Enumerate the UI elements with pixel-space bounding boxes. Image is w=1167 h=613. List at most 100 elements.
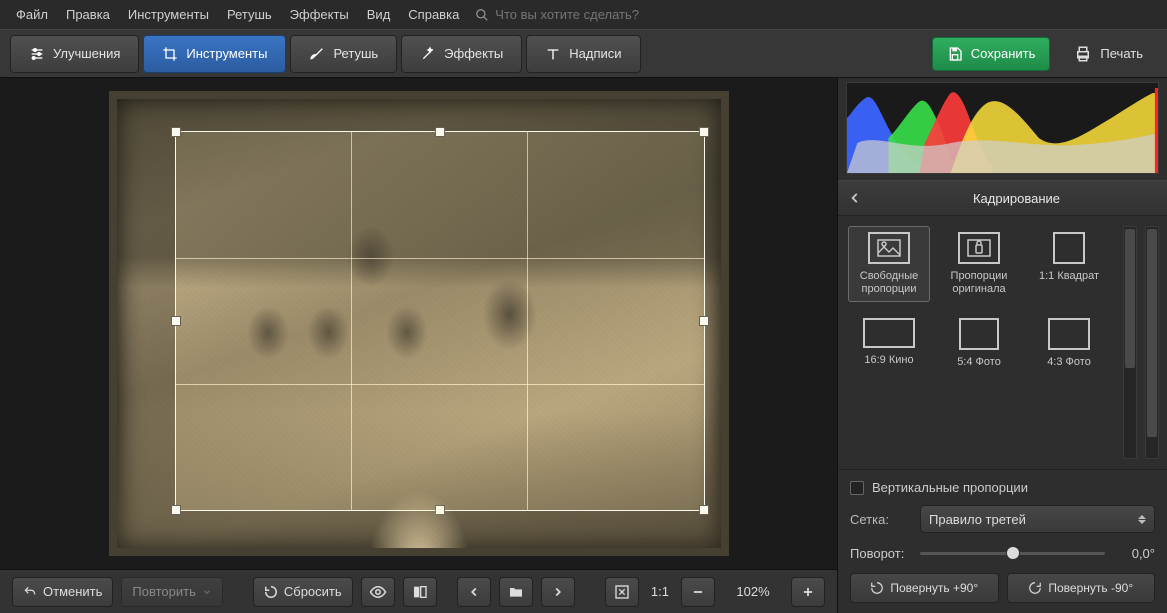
tab-retouch[interactable]: Ретушь [290, 35, 397, 73]
histogram [846, 82, 1159, 174]
panel-title: Кадрирование [876, 191, 1157, 206]
panel-header: Кадрирование [838, 180, 1167, 216]
tab-tools-label: Инструменты [186, 46, 267, 61]
preset-1-1[interactable]: 1:1 Квадрат [1028, 226, 1110, 302]
compare-icon [412, 584, 428, 600]
rotate-ccw-label: Повернуть +90° [890, 581, 978, 595]
footer: Отменить Повторить Сбросить [0, 569, 837, 613]
zoom-value: 102% [723, 584, 783, 599]
rotate-value: 0,0° [1115, 546, 1155, 561]
undo-button[interactable]: Отменить [12, 577, 113, 607]
crop-handle-ml[interactable] [171, 316, 181, 326]
redo-button[interactable]: Повторить [121, 577, 222, 607]
crop-handle-mr[interactable] [699, 316, 709, 326]
disk-icon [947, 46, 963, 62]
crop-selection[interactable] [175, 131, 705, 511]
menu-search-input[interactable] [495, 7, 675, 22]
menu-view[interactable]: Вид [359, 3, 399, 26]
main: Отменить Повторить Сбросить [0, 78, 1167, 613]
spinner-icon [1138, 515, 1146, 524]
tab-improve[interactable]: Улучшения [10, 35, 139, 73]
zoom-out-button[interactable] [681, 577, 715, 607]
rotate-label: Поворот: [850, 546, 910, 561]
rotate-ccw-button[interactable]: Повернуть +90° [850, 573, 999, 603]
preset-scrollbar[interactable] [1123, 226, 1137, 459]
tab-text-label: Надписи [569, 46, 621, 61]
chevron-right-icon [551, 585, 565, 599]
rotate-cw-button[interactable]: Повернуть -90° [1007, 573, 1156, 603]
vertical-proportions-label: Вертикальные пропорции [872, 480, 1028, 495]
preview-button[interactable] [361, 577, 395, 607]
preset-grid: Свободные пропорции Пропорции оригинала … [848, 226, 1115, 376]
vertical-proportions-checkbox[interactable]: Вертикальные пропорции [850, 470, 1155, 495]
canvas-viewport[interactable] [0, 78, 837, 569]
search-icon [475, 8, 489, 22]
crop-handle-tm[interactable] [435, 127, 445, 137]
preset-label: 16:9 Кино [864, 354, 913, 367]
menu-help[interactable]: Справка [400, 3, 467, 26]
panel-back-button[interactable] [848, 191, 866, 205]
rotate-ccw-icon [870, 581, 884, 595]
preset-label: 5:4 Фото [957, 356, 1001, 369]
preset-16-9[interactable]: 16:9 Кино [848, 312, 930, 375]
crop-handle-tl[interactable] [171, 127, 181, 137]
side-panel: Кадрирование Свободные пропорции Пропорц… [837, 78, 1167, 613]
menu-file[interactable]: Файл [8, 3, 56, 26]
eye-icon [369, 583, 387, 601]
zoom-fit-button[interactable] [605, 577, 639, 607]
rotate-cw-label: Повернуть -90° [1048, 581, 1133, 595]
sliders-icon [29, 46, 45, 62]
reset-icon [264, 585, 278, 599]
panel-body: Свободные пропорции Пропорции оригинала … [838, 216, 1167, 469]
tab-tools[interactable]: Инструменты [143, 35, 286, 73]
text-icon [545, 46, 561, 62]
preset-label: Свободные пропорции [860, 270, 918, 296]
tab-text[interactable]: Надписи [526, 35, 640, 73]
zoom-in-button[interactable] [791, 577, 825, 607]
tab-effects[interactable]: Эффекты [401, 35, 522, 73]
tab-retouch-label: Ретушь [333, 46, 378, 61]
menubar: Файл Правка Инструменты Ретушь Эффекты В… [0, 0, 1167, 30]
checkbox-icon [850, 481, 864, 495]
save-button[interactable]: Сохранить [932, 37, 1051, 71]
preset-free[interactable]: Свободные пропорции [848, 226, 930, 302]
menu-tools[interactable]: Инструменты [120, 3, 217, 26]
print-label: Печать [1100, 46, 1143, 61]
chevron-left-icon [848, 191, 862, 205]
reset-label: Сбросить [284, 584, 342, 599]
rotate-slider[interactable] [920, 543, 1105, 563]
open-folder-button[interactable] [499, 577, 533, 607]
menu-edit[interactable]: Правка [58, 3, 118, 26]
preset-original[interactable]: Пропорции оригинала [938, 226, 1020, 302]
wand-icon [420, 46, 436, 62]
crop-handle-bl[interactable] [171, 505, 181, 515]
crop-handle-br[interactable] [699, 505, 709, 515]
undo-icon [23, 585, 37, 599]
toolbar: Улучшения Инструменты Ретушь Эффекты Над… [0, 30, 1167, 78]
printer-icon [1074, 45, 1092, 63]
crop-handle-tr[interactable] [699, 127, 709, 137]
menu-search[interactable] [475, 7, 675, 22]
crop-handle-bm[interactable] [435, 505, 445, 515]
nav-next-button[interactable] [541, 577, 575, 607]
rotate-cw-icon [1028, 581, 1042, 595]
grid-label: Сетка: [850, 512, 910, 527]
undo-label: Отменить [43, 584, 102, 599]
menu-retouch[interactable]: Ретушь [219, 3, 280, 26]
preset-label: 4:3 Фото [1047, 356, 1091, 369]
tab-effects-label: Эффекты [444, 46, 503, 61]
document-image[interactable] [109, 91, 729, 556]
panel-controls: Вертикальные пропорции Сетка: Правило тр… [838, 469, 1167, 613]
print-button[interactable]: Печать [1060, 37, 1157, 71]
menu-effects[interactable]: Эффекты [282, 3, 357, 26]
grid-select[interactable]: Правило третей [920, 505, 1155, 533]
preset-5-4[interactable]: 5:4 Фото [938, 312, 1020, 375]
minus-icon [691, 585, 705, 599]
reset-button[interactable]: Сбросить [253, 577, 353, 607]
preset-label: Пропорции оригинала [951, 270, 1008, 296]
compare-button[interactable] [403, 577, 437, 607]
nav-prev-button[interactable] [457, 577, 491, 607]
plus-icon [801, 585, 815, 599]
panel-scrollbar[interactable] [1145, 226, 1159, 459]
preset-4-3[interactable]: 4:3 Фото [1028, 312, 1110, 375]
